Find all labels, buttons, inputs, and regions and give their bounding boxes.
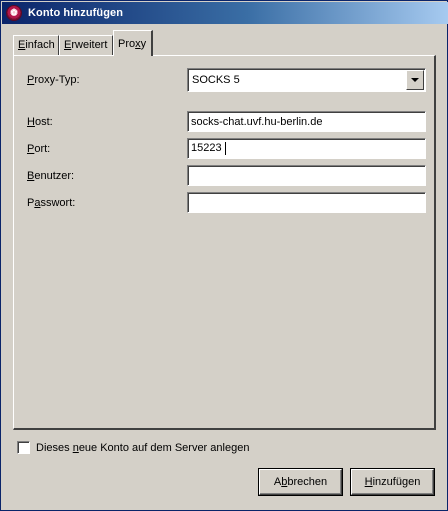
port-label: Port: <box>27 143 51 155</box>
proxy-type-select[interactable]: SOCKS 5 <box>187 68 426 92</box>
proxy-type-value: SOCKS 5 <box>192 74 240 86</box>
username-label: Benutzer: <box>27 170 75 182</box>
add-account-dialog: ✿ Konto hinzufügen Einfach Erweitert Pro… <box>0 0 448 511</box>
chevron-down-icon <box>411 78 419 82</box>
text-caret <box>225 142 226 155</box>
title-bar[interactable]: ✿ Konto hinzufügen <box>2 2 448 24</box>
create-on-server-checkbox[interactable] <box>17 441 30 454</box>
username-input[interactable] <box>187 165 426 186</box>
cancel-button[interactable]: Ab brechen <box>258 468 343 496</box>
password-input[interactable] <box>187 192 426 213</box>
tab-basic[interactable]: Einfach <box>13 35 59 55</box>
proxy-type-label: Proxy-Typ: <box>27 74 80 86</box>
create-on-server-label: Dieses neue Konto auf dem Server anlegen <box>36 441 250 454</box>
pidgin-app-icon: ✿ <box>6 5 22 21</box>
host-label: Host: <box>27 116 53 128</box>
tab-advanced[interactable]: Erweitert <box>59 35 113 55</box>
create-on-server-option[interactable]: Dieses neue Konto auf dem Server anlegen <box>17 441 249 454</box>
add-button[interactable]: Hinzufügen <box>350 468 435 496</box>
dropdown-button[interactable] <box>406 70 424 90</box>
password-label: Passwort: <box>27 197 76 209</box>
tab-proxy[interactable]: Proxy <box>113 30 153 56</box>
window-title: Konto hinzufügen <box>28 7 124 19</box>
host-input[interactable] <box>187 111 426 132</box>
port-input[interactable]: 15223 <box>187 138 426 159</box>
proxy-panel: Proxy-Typ: SOCKS 5 Host: Port: 15223 Ben… <box>13 55 436 430</box>
port-value: 15223 <box>191 142 222 154</box>
